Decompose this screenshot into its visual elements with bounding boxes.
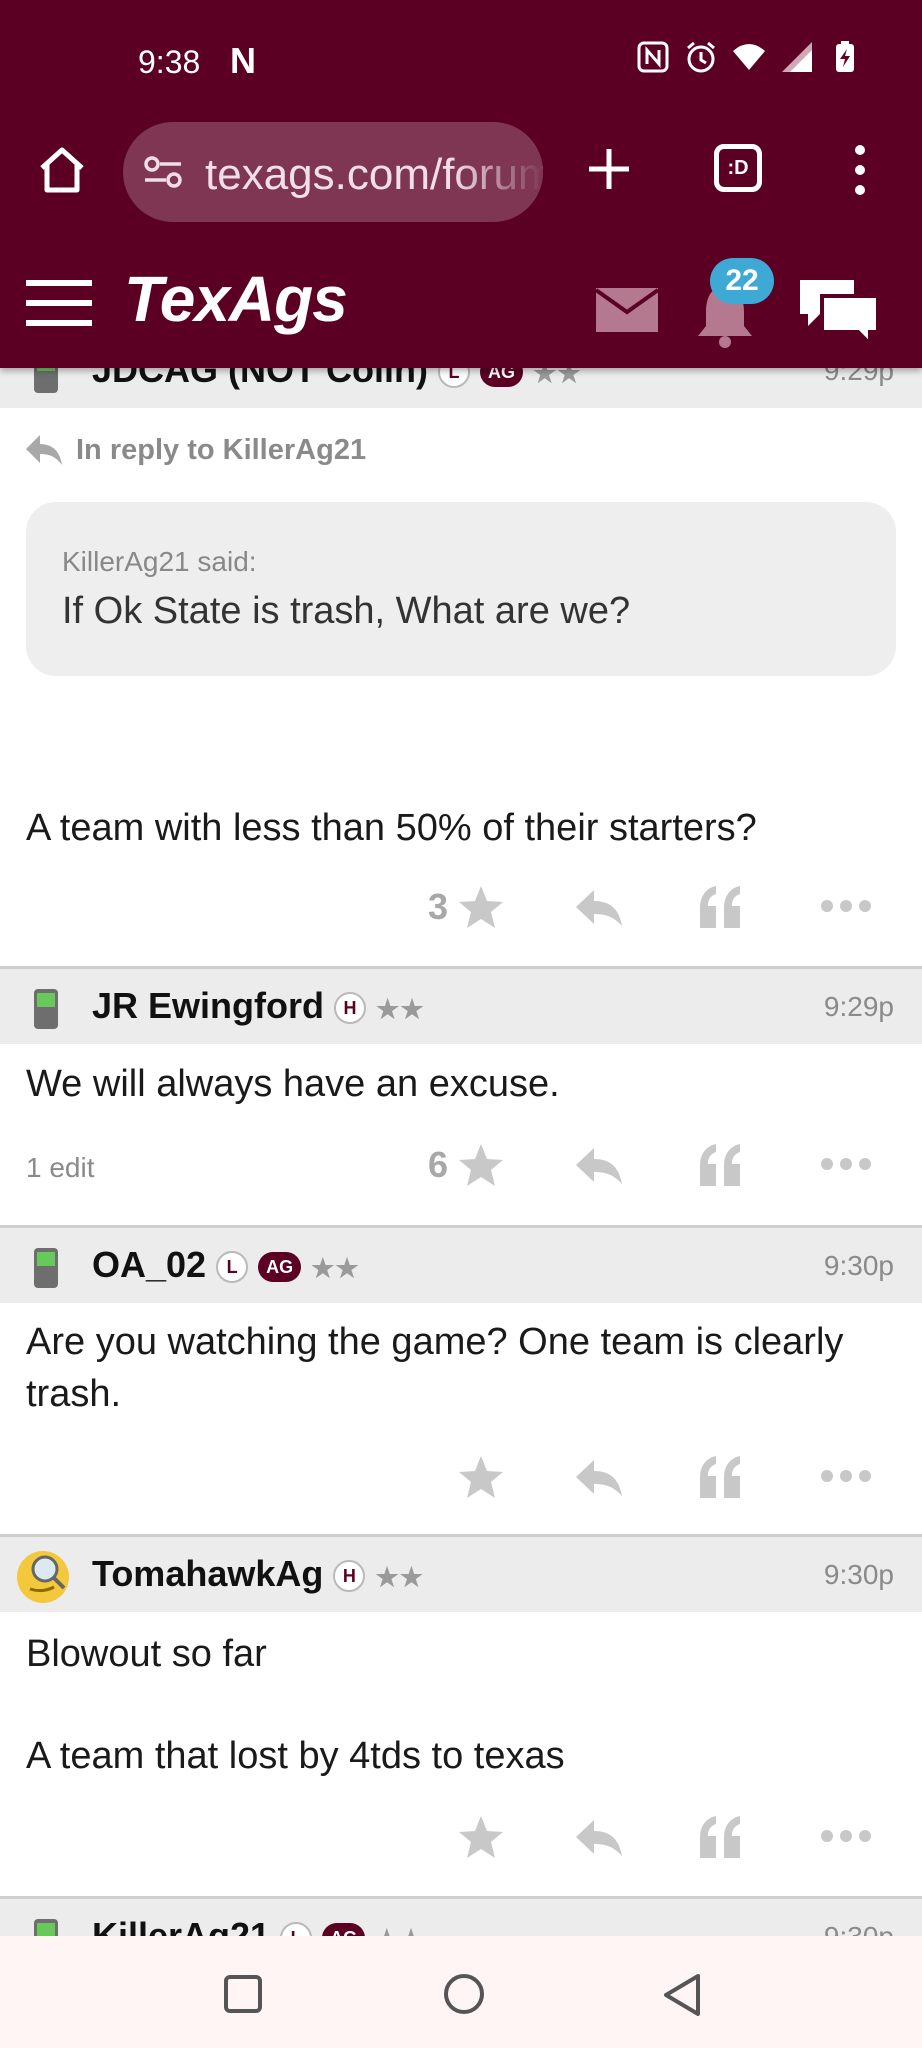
quote-icon[interactable] <box>698 1816 742 1858</box>
star-icon[interactable] <box>458 884 504 930</box>
post-body-line: A team that lost by 4tds to texas <box>26 1735 565 1777</box>
system-icons <box>636 40 862 74</box>
more-options-icon[interactable] <box>820 1156 872 1172</box>
post-body: We will always have an excuse. <box>26 1063 560 1105</box>
posts-list: JDCAG (NOT Colin) L AG ★★ 9:29p In reply… <box>0 368 922 1936</box>
user-stars: ★★ <box>533 368 582 388</box>
home-nav-icon[interactable] <box>442 1972 486 2016</box>
browser-menu-icon[interactable] <box>850 144 870 196</box>
quote-author: KillerAg21 said: <box>62 546 257 577</box>
mail-icon[interactable] <box>596 288 658 332</box>
star-icon[interactable] <box>458 1454 504 1500</box>
url-fade <box>453 122 543 222</box>
quote-icon[interactable] <box>698 1456 742 1498</box>
post-username[interactable]: OA_02 L AG ★★ <box>92 1244 360 1286</box>
star-icon[interactable] <box>458 1142 504 1188</box>
post-body: Are you watching the game? One team is c… <box>26 1321 844 1415</box>
more-options-icon[interactable] <box>820 1468 872 1484</box>
post-time: 9:29p <box>823 368 894 386</box>
reply-icon[interactable] <box>574 888 624 928</box>
user-stars: ★★ <box>311 1253 360 1283</box>
star-count: 3 <box>428 886 449 927</box>
user-stars: ★★ <box>376 994 425 1024</box>
recents-icon[interactable] <box>223 1974 263 2014</box>
life-member-tag: L <box>216 1251 249 1284</box>
reply-icon[interactable] <box>574 1818 624 1858</box>
star-icon[interactable] <box>458 1814 504 1860</box>
username-text[interactable]: JR Ewingford <box>92 985 324 1026</box>
new-tab-icon[interactable] <box>584 144 634 194</box>
tab-switcher-button[interactable]: :D <box>714 144 762 192</box>
username-text[interactable]: JDCAG (NOT Colin) <box>92 368 428 390</box>
reply-icon[interactable] <box>574 1458 624 1498</box>
post-header: JDCAG (NOT Colin) L AG ★★ 9:29p <box>0 368 922 408</box>
quote-block: KillerAg21 said: If Ok State is trash, W… <box>26 502 896 676</box>
more-options-icon[interactable] <box>820 898 872 914</box>
post-header: OA_02 L AG ★★ 9:30p <box>0 1225 922 1303</box>
ag-tag: AG <box>480 368 524 388</box>
ag-tag: AG <box>258 1252 302 1283</box>
post-actions: 3 <box>0 878 922 938</box>
chat-icon[interactable] <box>796 274 882 346</box>
back-icon[interactable] <box>660 1972 704 2018</box>
quote-icon[interactable] <box>698 1144 742 1186</box>
post-time: 9:30p <box>823 1250 894 1281</box>
post-header: JR Ewingford H ★★ 9:29p <box>0 966 922 1044</box>
home-icon[interactable] <box>36 144 88 196</box>
h-tag: H <box>334 992 367 1025</box>
system-status-bar: 9:38 N <box>0 0 922 112</box>
post-username[interactable]: JDCAG (NOT Colin) L AG ★★ <box>92 368 582 391</box>
n-notification-icon: N <box>230 40 256 81</box>
battery-charging-icon <box>828 40 862 74</box>
site-settings-icon[interactable] <box>143 155 183 189</box>
post-time: 9:30p <box>823 1559 894 1590</box>
post-header: TomahawkAg H ★★ 9:30p <box>0 1534 922 1612</box>
user-stars: ★★ <box>375 1562 425 1592</box>
post-actions <box>0 1808 922 1868</box>
notification-badge[interactable]: 22 <box>710 258 774 304</box>
post-body-line: Blowout so far <box>26 1633 267 1675</box>
h-tag: H <box>333 1560 366 1593</box>
menu-icon[interactable] <box>26 280 92 326</box>
in-reply-to[interactable]: In reply to KillerAg21 <box>24 433 366 467</box>
browser-toolbar: texags.com/forums :D <box>0 112 922 232</box>
magnifier-face-avatar <box>17 1551 69 1603</box>
post-username[interactable]: KillerAg21 L AG ★★ <box>92 1915 424 1936</box>
post-username[interactable]: JR Ewingford H ★★ <box>92 985 425 1027</box>
in-reply-to-text[interactable]: In reply to KillerAg21 <box>76 434 366 467</box>
signal-icon <box>780 40 814 74</box>
star-count: 6 <box>428 1144 449 1185</box>
quote-icon[interactable] <box>698 886 742 928</box>
post-actions <box>0 1448 922 1508</box>
clock: 9:38 <box>138 44 201 80</box>
post-time: 9:30p <box>824 1921 894 1936</box>
reply-icon[interactable] <box>574 1146 624 1186</box>
alarm-icon <box>684 40 718 74</box>
site-header: TexAgs 22 <box>0 232 922 368</box>
user-stars: ★★ <box>375 1924 424 1936</box>
quote-text: If Ok State is trash, What are we? <box>62 590 631 632</box>
phone-avatar-icon <box>34 368 58 393</box>
more-options-icon[interactable] <box>820 1828 872 1844</box>
post-body: A team with less than 50% of their start… <box>26 807 757 849</box>
phone-avatar-icon <box>34 1919 58 1936</box>
post-time: 9:29p <box>823 991 894 1022</box>
ag-tag: AG <box>322 1923 366 1936</box>
post-actions: 6 <box>0 1136 922 1196</box>
post-header: KillerAg21 L AG ★★ 9:30p <box>0 1896 922 1936</box>
life-member-tag: L <box>280 1922 313 1936</box>
username-text[interactable]: TomahawkAg <box>92 1553 323 1594</box>
phone-avatar-icon <box>34 989 58 1029</box>
site-logo[interactable]: TexAgs <box>124 262 348 336</box>
post-username[interactable]: TomahawkAg H ★★ <box>92 1553 424 1595</box>
system-nav-bar <box>0 1936 922 2048</box>
username-text[interactable]: OA_02 <box>92 1244 206 1285</box>
nfc-icon <box>636 40 670 74</box>
life-member-tag: L <box>438 368 470 389</box>
reply-arrow-icon <box>26 435 62 465</box>
wifi-icon <box>732 40 766 74</box>
username-text[interactable]: KillerAg21 <box>92 1915 270 1936</box>
address-bar[interactable]: texags.com/forums <box>123 122 543 222</box>
phone-avatar-icon <box>34 1248 58 1288</box>
